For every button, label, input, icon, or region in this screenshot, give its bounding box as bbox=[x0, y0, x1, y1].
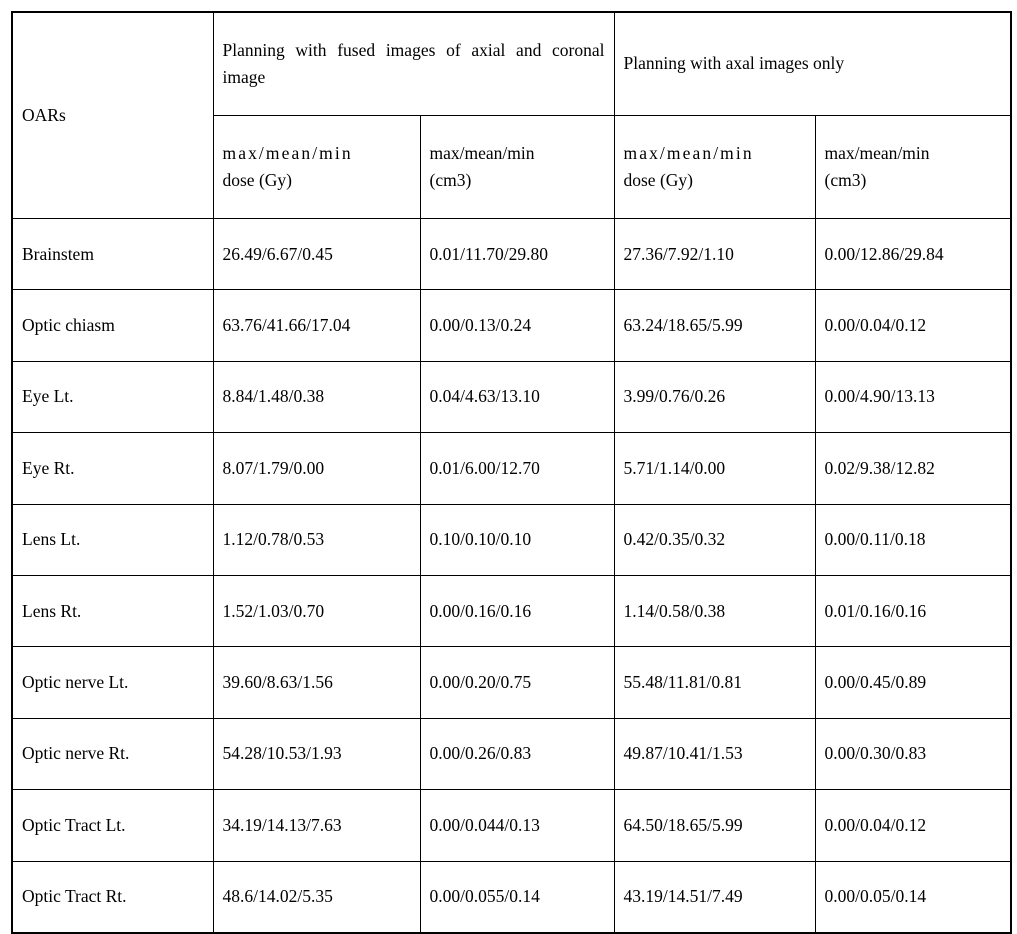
cell-axial-volume: 0.00/0.05/0.14 bbox=[814, 860, 1012, 934]
cell-fused-dose: 26.49/6.67/0.45 bbox=[212, 217, 421, 291]
cell-fused-volume: 0.00/0.20/0.75 bbox=[419, 646, 615, 719]
cell-oar-name: Eye Rt. bbox=[11, 432, 214, 505]
column-header-fused-dose-line2: dose (Gy) bbox=[222, 170, 293, 190]
column-header-fused-dose: max/mean/min dose (Gy) bbox=[212, 115, 421, 219]
cell-fused-volume: 0.00/0.055/0.14 bbox=[419, 860, 615, 934]
cell-fused-dose: 39.60/8.63/1.56 bbox=[212, 646, 421, 719]
cell-axial-dose: 55.48/11.81/0.81 bbox=[613, 646, 816, 719]
cell-axial-volume: 0.00/0.04/0.12 bbox=[814, 289, 1012, 362]
cell-fused-volume: 0.01/6.00/12.70 bbox=[419, 432, 615, 505]
cell-oar-name: Lens Lt. bbox=[11, 503, 214, 576]
cell-axial-volume: 0.00/12.86/29.84 bbox=[814, 217, 1012, 291]
column-header-fused-dose-line1: max/mean/min bbox=[222, 142, 353, 163]
cell-fused-volume: 0.00/0.044/0.13 bbox=[419, 789, 615, 862]
cell-axial-dose: 0.42/0.35/0.32 bbox=[613, 503, 816, 576]
cell-axial-volume: 0.00/0.45/0.89 bbox=[814, 646, 1012, 719]
cell-oar-name: Brainstem bbox=[11, 217, 214, 291]
group-header-axial-planning: Planning with axal images only bbox=[613, 11, 1012, 116]
table-row: Optic nerve Rt. 54.28/10.53/1.93 0.00/0.… bbox=[11, 717, 1012, 791]
cell-oar-name: Lens Rt. bbox=[11, 574, 214, 648]
cell-oar-name: Optic chiasm bbox=[11, 289, 214, 362]
cell-fused-volume: 0.00/0.26/0.83 bbox=[419, 717, 615, 791]
column-header-axial-dose-line1: max/mean/min bbox=[623, 142, 754, 163]
cell-axial-volume: 0.00/0.04/0.12 bbox=[814, 789, 1012, 862]
column-header-axial-volume-line2: (cm3) bbox=[824, 170, 867, 190]
table-row: Optic Tract Rt. 48.6/14.02/5.35 0.00/0.0… bbox=[11, 860, 1012, 934]
table-row: Optic nerve Lt. 39.60/8.63/1.56 0.00/0.2… bbox=[11, 646, 1012, 719]
cell-fused-dose: 1.52/1.03/0.70 bbox=[212, 574, 421, 648]
cell-oar-name: Optic Tract Lt. bbox=[11, 789, 214, 862]
column-header-fused-volume-line2: (cm3) bbox=[429, 170, 472, 190]
table-row: Lens Lt. 1.12/0.78/0.53 0.10/0.10/0.10 0… bbox=[11, 503, 1012, 576]
column-header-axial-volume-line1: max/mean/min bbox=[824, 142, 930, 163]
cell-axial-dose: 5.71/1.14/0.00 bbox=[613, 432, 816, 505]
table-row: Eye Lt. 8.84/1.48/0.38 0.04/4.63/13.10 3… bbox=[11, 360, 1012, 434]
table-row: Brainstem 26.49/6.67/0.45 0.01/11.70/29.… bbox=[11, 217, 1012, 291]
column-header-oars: OARs bbox=[11, 11, 214, 219]
cell-fused-volume: 0.00/0.13/0.24 bbox=[419, 289, 615, 362]
cell-axial-dose: 27.36/7.92/1.10 bbox=[613, 217, 816, 291]
column-header-axial-volume: max/mean/min (cm3) bbox=[814, 115, 1012, 219]
cell-axial-dose: 64.50/18.65/5.99 bbox=[613, 789, 816, 862]
cell-fused-volume: 0.04/4.63/13.10 bbox=[419, 360, 615, 434]
cell-fused-dose: 8.07/1.79/0.00 bbox=[212, 432, 421, 505]
group-header-axial-planning-label: Planning with axal images only bbox=[623, 53, 845, 74]
cell-fused-volume: 0.10/0.10/0.10 bbox=[419, 503, 615, 576]
cell-axial-dose: 63.24/18.65/5.99 bbox=[613, 289, 816, 362]
table-row: Optic Tract Lt. 34.19/14.13/7.63 0.00/0.… bbox=[11, 789, 1012, 862]
column-header-axial-dose-line2: dose (Gy) bbox=[623, 170, 694, 190]
cell-fused-dose: 34.19/14.13/7.63 bbox=[212, 789, 421, 862]
cell-fused-dose: 1.12/0.78/0.53 bbox=[212, 503, 421, 576]
cell-fused-dose: 48.6/14.02/5.35 bbox=[212, 860, 421, 934]
cell-axial-volume: 0.00/0.30/0.83 bbox=[814, 717, 1012, 791]
cell-axial-volume: 0.00/4.90/13.13 bbox=[814, 360, 1012, 434]
cell-axial-volume: 0.02/9.38/12.82 bbox=[814, 432, 1012, 505]
column-header-fused-volume: max/mean/min (cm3) bbox=[419, 115, 615, 219]
table-row: Optic chiasm 63.76/41.66/17.04 0.00/0.13… bbox=[11, 289, 1012, 362]
table-body: OARs Planning with fused images of axial… bbox=[11, 11, 1012, 934]
cell-oar-name: Eye Lt. bbox=[11, 360, 214, 434]
column-header-axial-dose: max/mean/min dose (Gy) bbox=[613, 115, 816, 219]
table-row: Lens Rt. 1.52/1.03/0.70 0.00/0.16/0.16 1… bbox=[11, 574, 1012, 648]
header-row-groups: OARs Planning with fused images of axial… bbox=[11, 11, 1012, 219]
cell-fused-dose: 8.84/1.48/0.38 bbox=[212, 360, 421, 434]
oar-dose-comparison-table: OARs Planning with fused images of axial… bbox=[11, 11, 1013, 934]
cell-fused-dose: 63.76/41.66/17.04 bbox=[212, 289, 421, 362]
cell-axial-dose: 3.99/0.76/0.26 bbox=[613, 360, 816, 434]
cell-axial-dose: 43.19/14.51/7.49 bbox=[613, 860, 816, 934]
cell-fused-volume: 0.00/0.16/0.16 bbox=[419, 574, 615, 648]
cell-axial-volume: 0.00/0.11/0.18 bbox=[814, 503, 1012, 576]
cell-oar-name: Optic Tract Rt. bbox=[11, 860, 214, 934]
group-header-fused-planning-label: Planning with fused images of axial and … bbox=[222, 39, 605, 87]
cell-fused-dose: 54.28/10.53/1.93 bbox=[212, 717, 421, 791]
cell-oar-name: Optic nerve Rt. bbox=[11, 717, 214, 791]
cell-axial-dose: 1.14/0.58/0.38 bbox=[613, 574, 816, 648]
column-header-fused-volume-line1: max/mean/min bbox=[429, 142, 535, 163]
column-header-oars-label: OARs bbox=[22, 104, 66, 125]
cell-oar-name: Optic nerve Lt. bbox=[11, 646, 214, 719]
group-header-fused-planning: Planning with fused images of axial and … bbox=[212, 11, 615, 116]
cell-axial-dose: 49.87/10.41/1.53 bbox=[613, 717, 816, 791]
oar-dose-comparison-table-wrapper: OARs Planning with fused images of axial… bbox=[11, 11, 1013, 934]
cell-fused-volume: 0.01/11.70/29.80 bbox=[419, 217, 615, 291]
cell-axial-volume: 0.01/0.16/0.16 bbox=[814, 574, 1012, 648]
table-row: Eye Rt. 8.07/1.79/0.00 0.01/6.00/12.70 5… bbox=[11, 432, 1012, 505]
